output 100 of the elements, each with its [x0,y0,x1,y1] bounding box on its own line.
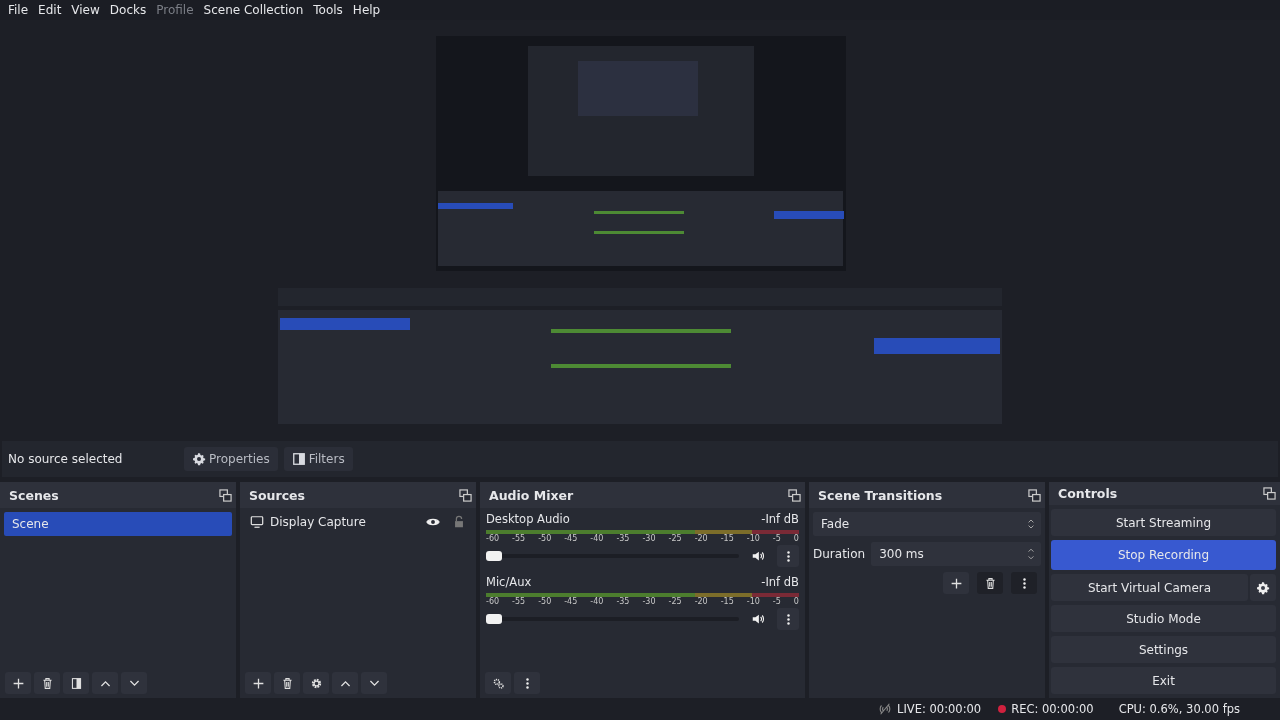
toolbar-button[interactable]: Filters [283,447,353,472]
trash-icon [40,676,54,690]
plus-icon [251,676,265,690]
source-item[interactable]: Display Capture [270,515,420,530]
duration-field[interactable]: 300 ms [871,542,1041,567]
trash-icon [280,676,294,690]
channel-reading: -Inf dB [761,574,799,589]
menu-item[interactable]: File [3,2,34,17]
lock-icon[interactable] [452,515,466,530]
move-down-button[interactable] [121,672,147,695]
scale-label: -10 [746,534,760,546]
scale-label: -60 [486,597,500,609]
menu-button[interactable] [514,672,540,695]
plus-icon [949,576,963,590]
dock-title: Scenes [9,487,59,503]
up-down-arrows-icon [1027,547,1035,562]
control-button[interactable]: Start Virtual Camera [1051,574,1248,602]
menu-item[interactable]: Docks [104,2,152,17]
control-button[interactable]: Settings [1051,636,1276,664]
scale-label: -30 [642,597,656,609]
control-button[interactable]: Stop Recording [1051,540,1276,571]
settings-icon [1256,580,1270,595]
dock-title: Audio Mixer [489,487,574,503]
signal-off-icon [878,702,893,717]
scale-label: -20 [694,597,708,609]
undock-icon[interactable] [459,488,472,502]
trash-icon [983,576,997,590]
dock-title: Sources [249,487,305,503]
live-time: LIVE: 00:00:00 [897,702,982,717]
delete-button[interactable] [274,672,300,695]
scale-label: -50 [538,597,552,609]
scale-label: -35 [616,597,630,609]
scene-item[interactable]: Scene [4,512,232,537]
channel-name: Mic/Aux [486,574,532,589]
settings-icon [309,676,323,690]
mixer-settings-button[interactable] [485,672,511,695]
scale-label: -10 [746,597,760,609]
filter-icon [291,452,306,467]
dock-title: Scene Transitions [818,487,943,503]
cpu-usage: CPU: 0.6%, 30.00 fps [1118,702,1240,717]
volume-slider[interactable] [486,554,739,559]
scale-label: -30 [642,534,656,546]
scale-label: -40 [590,534,604,546]
scale-label: -25 [668,534,682,546]
transition-dropdown[interactable]: Fade [813,512,1041,537]
scale-label: 0 [793,534,799,546]
toolbar-button[interactable]: Properties [184,447,278,472]
channel-reading: -Inf dB [761,511,799,526]
filter-button[interactable] [63,672,89,695]
monitor-icon [250,515,264,530]
scale-label: -5 [772,597,781,609]
gears-icon [491,676,505,690]
undock-icon[interactable] [788,488,801,502]
scale-label: -55 [512,534,526,546]
scale-label: -50 [538,534,552,546]
scale-label: -60 [486,534,500,546]
add-button[interactable] [943,572,969,595]
scale-label: -35 [616,534,630,546]
control-button[interactable]: Exit [1051,667,1276,695]
settings-icon [192,452,206,467]
undock-icon[interactable] [1263,487,1276,501]
move-down-button[interactable] [361,672,387,695]
settings-button[interactable] [303,672,329,695]
settings-button[interactable] [1250,574,1276,602]
dock-title: Controls [1058,486,1118,502]
filter-icon [69,676,83,690]
control-button[interactable]: Studio Mode [1051,605,1276,633]
channel-name: Desktop Audio [486,511,570,526]
source-status: No source selected [8,452,124,467]
move-up-button[interactable] [332,672,358,695]
add-button[interactable] [5,672,31,695]
menu-button[interactable] [777,545,799,568]
move-up-button[interactable] [92,672,118,695]
delete-button[interactable] [977,572,1003,595]
scale-label: -20 [694,534,708,546]
menu-item[interactable]: Scene Collection [198,2,309,17]
undock-icon[interactable] [1028,488,1041,502]
scale-label: -15 [720,534,734,546]
duration-label: Duration [813,547,866,562]
menu-button[interactable] [777,608,799,631]
menu-button[interactable] [1011,572,1037,595]
menu-item[interactable]: Edit [33,2,67,17]
rec-time: REC: 00:00:00 [1011,702,1094,717]
scale-label: -5 [772,534,781,546]
scale-label: -15 [720,597,734,609]
undock-icon[interactable] [219,488,232,502]
scale-label: -45 [564,597,578,609]
record-dot-icon [998,705,1007,714]
scale-label: -55 [512,597,526,609]
scale-label: 0 [793,597,799,609]
add-button[interactable] [245,672,271,695]
volume-slider[interactable] [486,617,739,622]
control-button[interactable]: Start Streaming [1051,509,1276,537]
menu-item[interactable]: Help [347,2,386,17]
menu-item[interactable]: View [66,2,105,17]
menu-item[interactable]: Tools [308,2,348,17]
delete-button[interactable] [34,672,60,695]
plus-icon [11,676,25,690]
scale-label: -45 [564,534,578,546]
scale-label: -25 [668,597,682,609]
